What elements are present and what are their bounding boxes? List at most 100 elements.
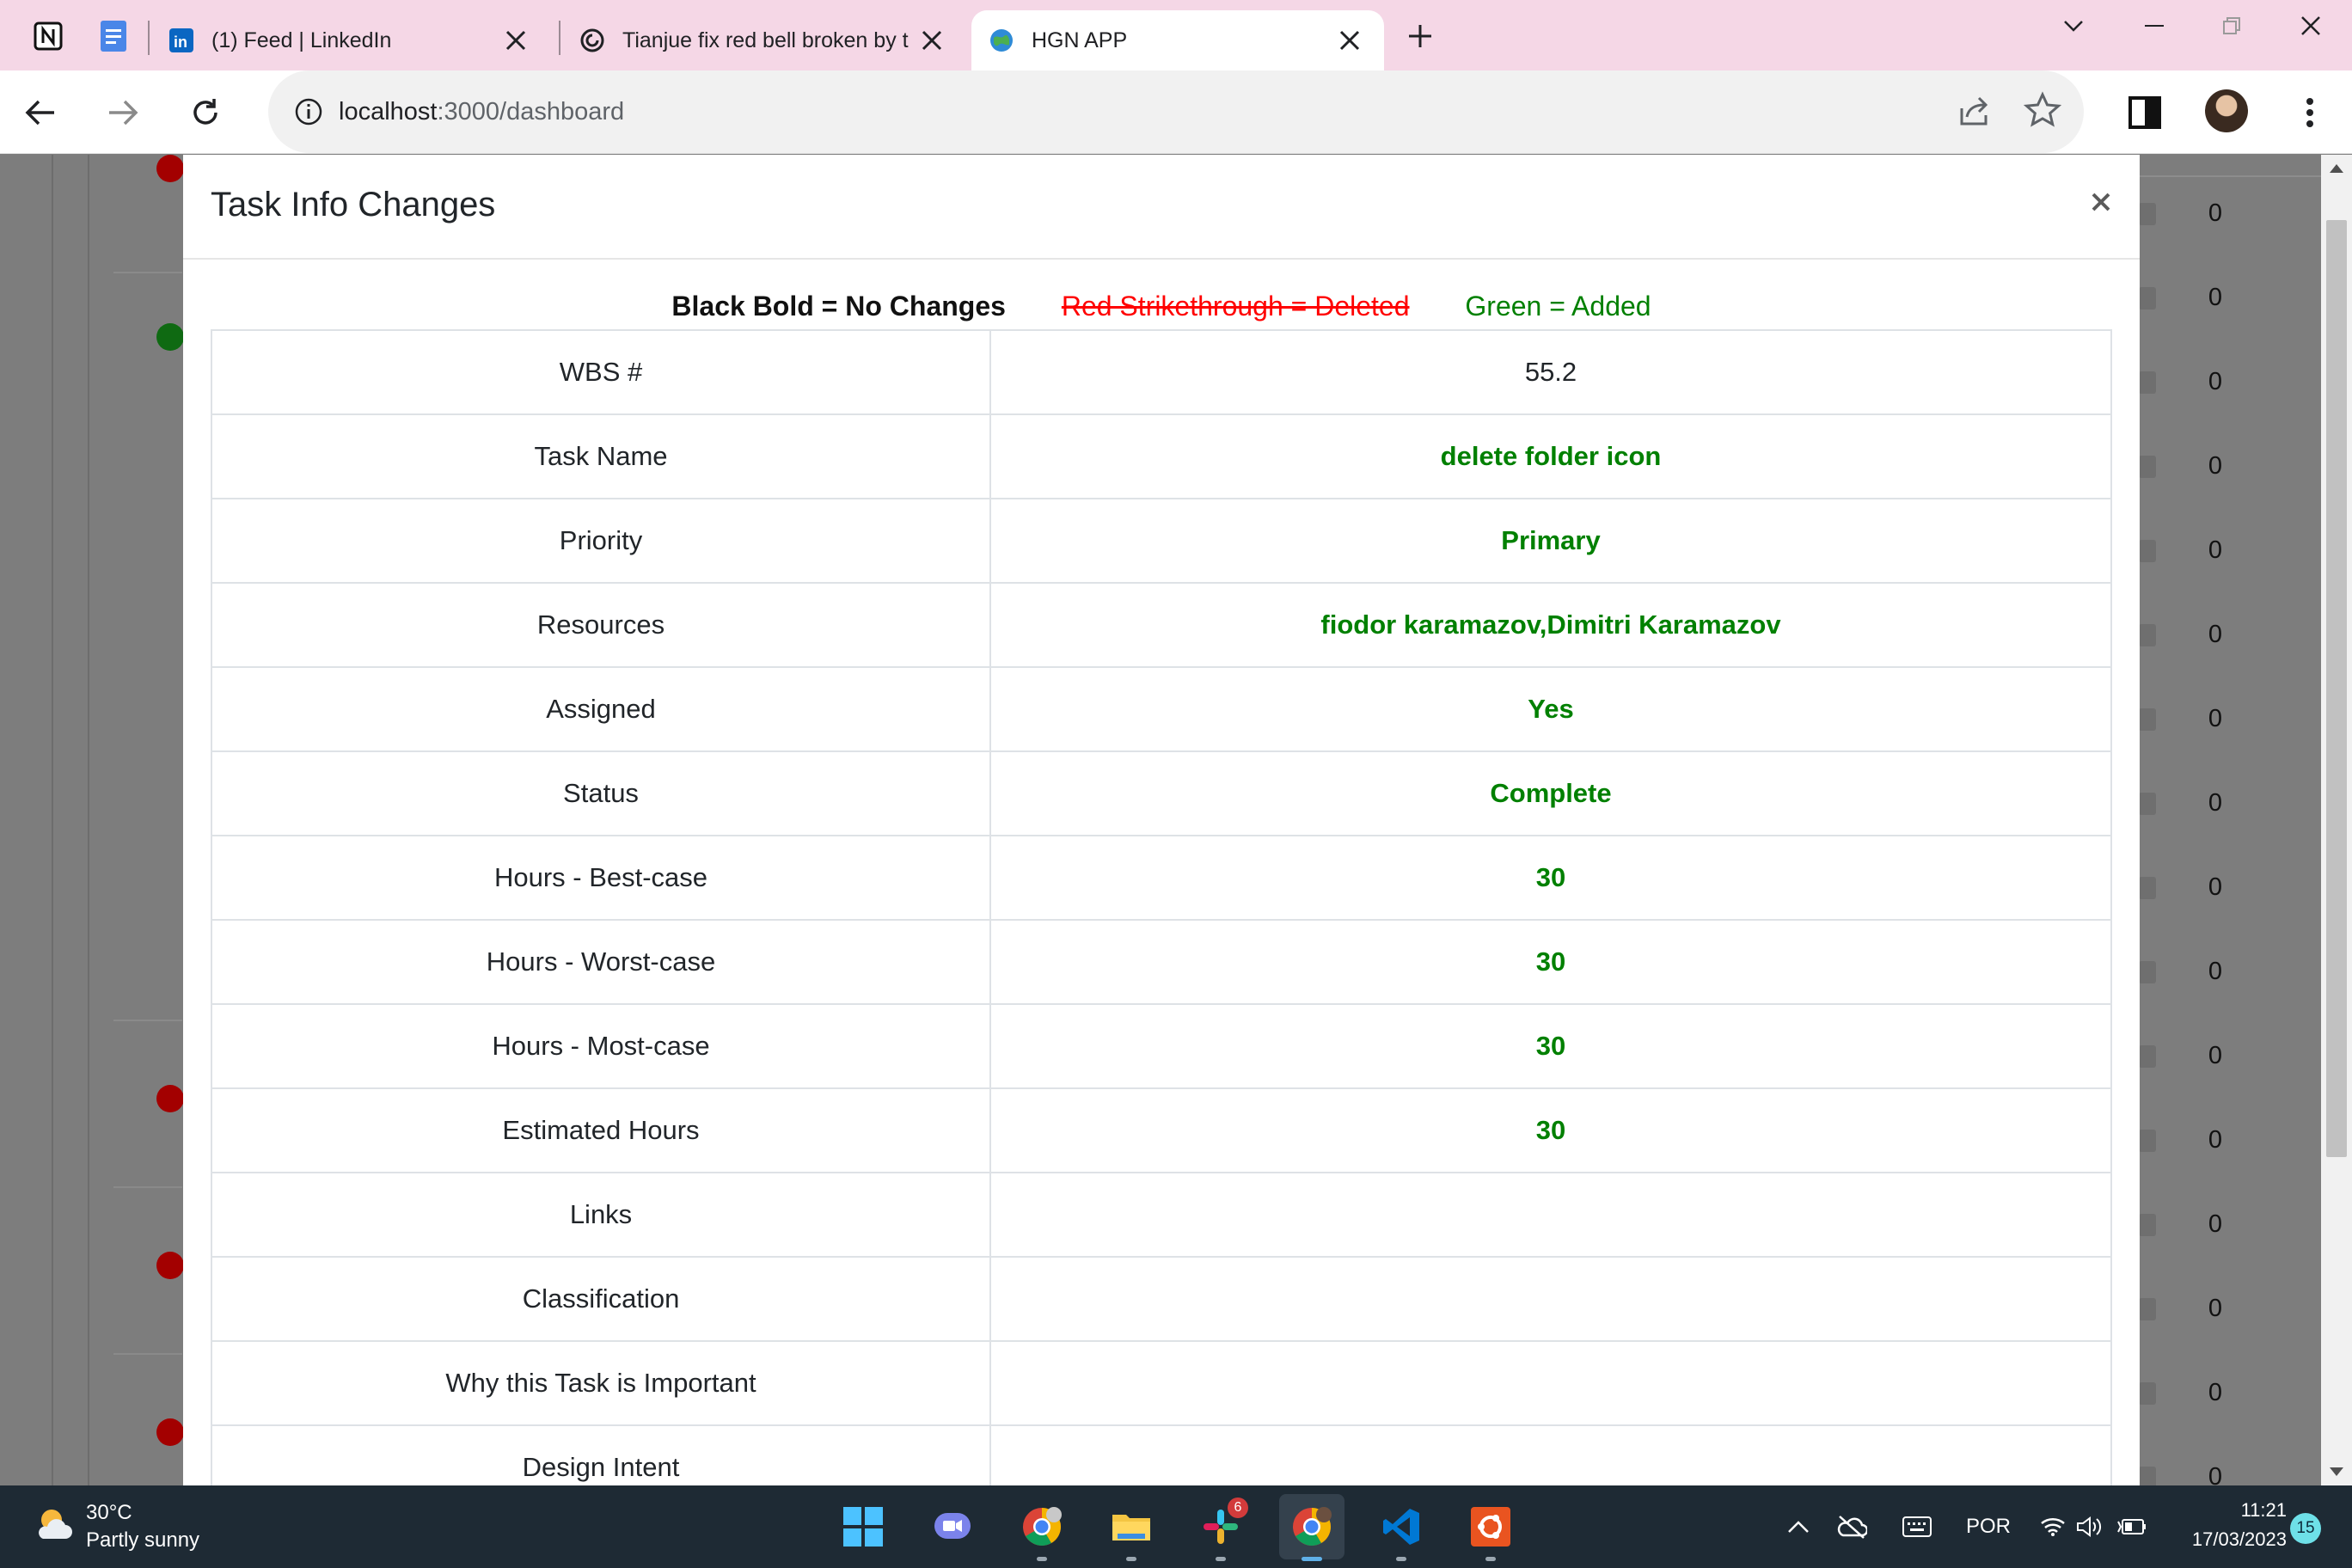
row-count: 0	[2208, 1042, 2223, 1069]
linkedin-icon: in	[168, 28, 194, 53]
field-label: Priority	[211, 498, 991, 584]
change-row: Estimated Hours 30	[211, 1087, 2112, 1173]
wifi-icon[interactable]	[2036, 1510, 2070, 1544]
browser-tab-strip: in (1) Feed | LinkedIn Tianjue fix red b…	[0, 0, 2352, 70]
change-row: Task Name delete folder icon	[211, 413, 2112, 499]
field-value: Primary	[989, 498, 2112, 584]
new-tab-button[interactable]	[1401, 17, 1439, 55]
url-path: :3000/dashboard	[437, 97, 625, 126]
start-button[interactable]	[839, 1503, 887, 1551]
row-checkbox	[2139, 793, 2156, 815]
browser-toolbar: localhost:3000/dashboard	[0, 70, 2352, 154]
cloud-offline-icon	[1837, 1516, 1867, 1539]
change-row: Design Intent	[211, 1424, 2112, 1485]
change-row: WBS #55.2	[211, 329, 2112, 415]
url-text[interactable]: localhost:3000/dashboard	[339, 98, 624, 126]
tab-close-icon[interactable]	[1332, 23, 1367, 58]
row-checkbox	[2139, 1382, 2156, 1405]
row-count: 0	[2208, 536, 2223, 564]
change-row: Classification	[211, 1256, 2112, 1342]
row-checkbox	[2139, 287, 2156, 309]
page-scrollbar[interactable]	[2321, 155, 2352, 1485]
file-explorer-app[interactable]	[1107, 1503, 1155, 1561]
notification-center-badge[interactable]: 15	[2290, 1513, 2321, 1544]
restore-button[interactable]	[2206, 9, 2257, 43]
chrome-app-profile[interactable]	[1018, 1503, 1066, 1561]
profile-avatar[interactable]	[2205, 89, 2248, 132]
chrome-app-active[interactable]	[1288, 1503, 1336, 1561]
side-panel-button[interactable]	[2123, 91, 2166, 134]
keyboard-tray[interactable]	[1896, 1510, 1938, 1544]
volume-icon[interactable]	[2072, 1510, 2106, 1544]
modal-close-button[interactable]	[2079, 181, 2122, 224]
change-row: Hours - Most-case 30	[211, 1003, 2112, 1089]
row-checkbox	[2139, 1214, 2156, 1236]
share-icon[interactable]	[1955, 91, 1993, 129]
field-label: Estimated Hours	[211, 1087, 991, 1173]
chrome-icon	[1293, 1507, 1332, 1546]
scrollbar-thumb[interactable]	[2326, 220, 2347, 1157]
row-checkbox	[2139, 540, 2156, 562]
address-bar[interactable]: localhost:3000/dashboard	[268, 70, 2084, 153]
close-icon	[2092, 193, 2110, 211]
change-row: Hours - Best-case 30	[211, 835, 2112, 921]
row-checkbox	[2139, 708, 2156, 731]
row-checkbox	[2139, 371, 2156, 394]
site-info-icon[interactable]	[294, 97, 323, 126]
tab-search-button[interactable]	[2048, 9, 2099, 43]
partly-sunny-icon[interactable]	[34, 1504, 76, 1546]
back-button[interactable]	[19, 91, 62, 134]
kebab-menu-icon	[2306, 98, 2313, 127]
minimize-button[interactable]	[2128, 9, 2180, 43]
status-dot	[156, 1085, 184, 1112]
ubuntu-app[interactable]	[1467, 1503, 1515, 1561]
field-value: 30	[989, 1087, 2112, 1173]
notion-tab[interactable]	[28, 15, 69, 57]
clock-time[interactable]: 11:21	[2235, 1499, 2287, 1522]
field-label: Design Intent	[211, 1424, 991, 1485]
tab-close-icon[interactable]	[499, 23, 533, 58]
weather-description[interactable]: Partly sunny	[86, 1528, 199, 1553]
tab-close-icon[interactable]	[915, 23, 949, 58]
row-count: 0	[2208, 1210, 2223, 1238]
tab-linkedin[interactable]: in (1) Feed | LinkedIn	[151, 10, 550, 70]
field-label: WBS #	[211, 329, 991, 415]
battery-icon[interactable]	[2115, 1510, 2149, 1544]
scroll-up-icon[interactable]	[2328, 160, 2345, 177]
svg-text:in: in	[174, 34, 187, 51]
close-window-button[interactable]	[2285, 9, 2337, 43]
legend-added: Green = Added	[1465, 291, 1651, 322]
field-value: fiodor karamazov,Dimitri Karamazov	[989, 582, 2112, 668]
browser-menu-button[interactable]	[2288, 91, 2331, 134]
bookmark-star-icon[interactable]	[2024, 91, 2061, 129]
forward-button[interactable]	[101, 91, 144, 134]
weather-temperature[interactable]: 30°C	[86, 1501, 132, 1525]
hgn-app-icon	[989, 28, 1014, 53]
google-docs-tab[interactable]	[93, 15, 134, 57]
tab-github[interactable]: Tianjue fix red bell broken by t	[562, 10, 966, 70]
clock-date[interactable]: 17/03/2023	[2173, 1528, 2287, 1551]
field-label: Hours - Most-case	[211, 1003, 991, 1089]
minimize-icon	[2145, 25, 2164, 27]
show-hidden-icons-button[interactable]	[1779, 1510, 1817, 1544]
input-language[interactable]: POR	[1960, 1510, 2017, 1544]
reload-button[interactable]	[184, 91, 227, 134]
restore-icon	[2223, 17, 2240, 34]
row-count: 0	[2208, 705, 2223, 732]
tab-label: Tianjue fix red bell broken by t	[622, 28, 909, 52]
tab-hgn-app[interactable]: HGN APP	[971, 10, 1384, 70]
field-value	[989, 1172, 2112, 1258]
onedrive-tray[interactable]	[1833, 1510, 1871, 1544]
vscode-app[interactable]	[1377, 1503, 1425, 1561]
tab-label: (1) Feed | LinkedIn	[211, 28, 392, 52]
legend-deleted: Red Strikethrough = Deleted	[1061, 291, 1410, 322]
field-label: Links	[211, 1172, 991, 1258]
field-value	[989, 1340, 2112, 1426]
slack-app[interactable]: 6	[1197, 1498, 1248, 1561]
teams-app[interactable]	[928, 1503, 977, 1551]
scroll-down-icon[interactable]	[2328, 1463, 2345, 1480]
field-label: Classification	[211, 1256, 991, 1342]
row-checkbox	[2139, 624, 2156, 646]
field-label: Hours - Best-case	[211, 835, 991, 921]
row-count: 0	[2208, 1379, 2223, 1406]
